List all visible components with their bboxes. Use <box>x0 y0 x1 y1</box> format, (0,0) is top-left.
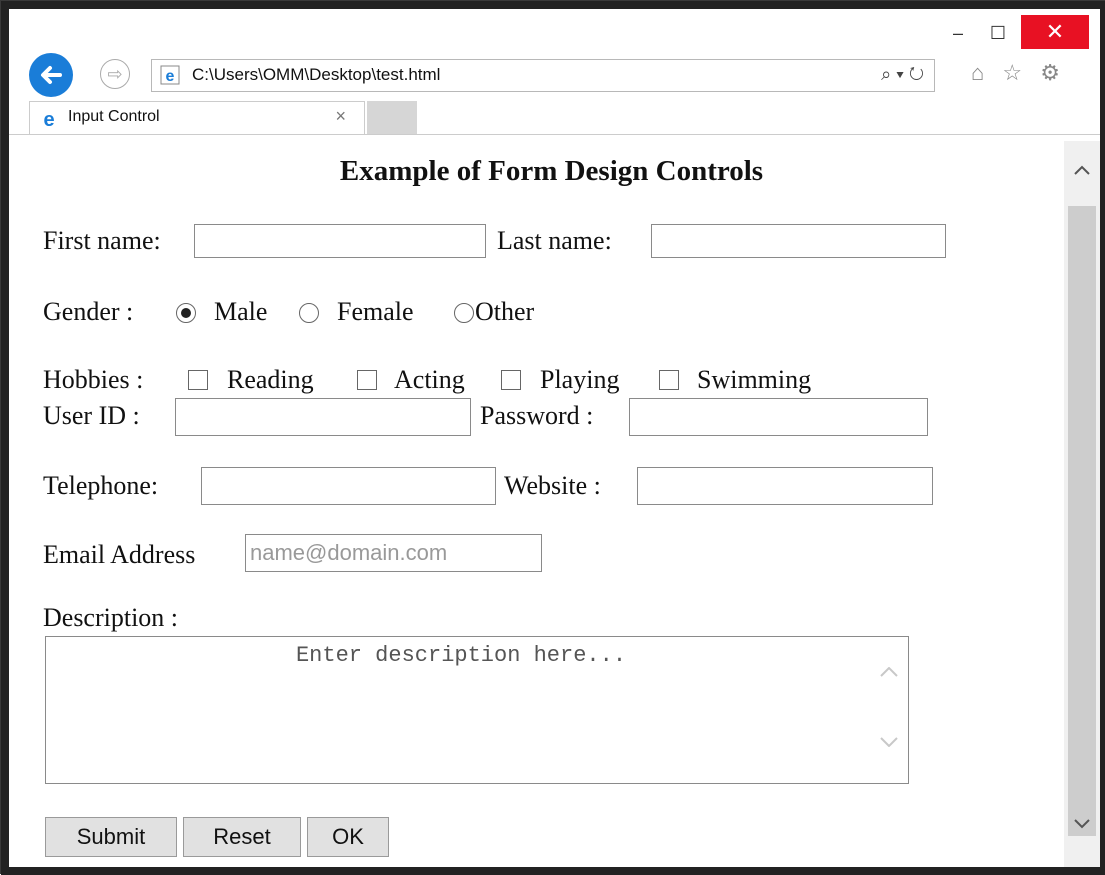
last-name-label: Last name: <box>497 226 612 255</box>
gender-other-radio[interactable] <box>454 303 474 323</box>
first-name-label: First name: <box>43 226 161 255</box>
password-label: Password : <box>480 401 594 430</box>
gender-male-label: Male <box>214 297 268 326</box>
scroll-down-icon[interactable] <box>1064 809 1100 839</box>
ie-tab-icon: e <box>43 109 54 130</box>
textarea-scroll-up-icon[interactable] <box>880 661 898 682</box>
hobby-reading-label: Reading <box>227 365 314 394</box>
new-tab-button[interactable] <box>367 101 417 135</box>
tab-divider <box>9 134 1100 135</box>
forward-button[interactable]: ⇨ <box>100 59 130 89</box>
last-name-input[interactable] <box>651 224 946 258</box>
svg-text:e: e <box>43 109 54 130</box>
window-border-top <box>1 1 1105 9</box>
hobby-acting-label: Acting <box>394 365 465 394</box>
textarea-scroll-down-icon[interactable] <box>880 731 898 752</box>
hobby-swimming-label: Swimming <box>697 365 812 394</box>
back-button[interactable] <box>29 53 73 97</box>
email-input[interactable] <box>245 534 542 572</box>
url-text[interactable]: C:\Users\OMM\Desktop\test.html <box>192 65 440 85</box>
page-scrollbar[interactable] <box>1064 141 1100 867</box>
reset-button[interactable]: Reset <box>183 817 301 857</box>
window-border-left <box>1 1 9 875</box>
user-id-input[interactable] <box>175 398 471 436</box>
page-content: Example of Form Design Controls First na… <box>9 141 1064 867</box>
description-placeholder: Enter description here... <box>295 643 627 668</box>
search-refresh-icons[interactable]: ⌕ ▾ ↻ <box>881 64 924 85</box>
ok-button[interactable]: OK <box>307 817 389 857</box>
browser-window: – ☐ ✕ ⇨ e C:\Users\OMM\Desktop\test.html… <box>0 0 1105 875</box>
close-window-button[interactable]: ✕ <box>1021 15 1089 49</box>
ie-page-icon: e <box>160 65 180 85</box>
description-label: Description : <box>43 603 179 632</box>
tab-close-icon[interactable]: × <box>335 106 346 127</box>
website-input[interactable] <box>637 467 933 505</box>
gender-female-label: Female <box>337 297 414 326</box>
hobby-playing-checkbox[interactable] <box>501 370 521 390</box>
description-textarea[interactable]: Enter description here... <box>45 636 909 784</box>
scrollbar-thumb[interactable] <box>1068 206 1096 836</box>
hobby-acting-checkbox[interactable] <box>357 370 377 390</box>
page-title: Example of Form Design Controls <box>339 155 764 187</box>
gender-other-label: Other <box>475 297 535 326</box>
email-label: Email Address <box>43 540 196 569</box>
telephone-input[interactable] <box>201 467 496 505</box>
website-label: Website : <box>504 471 601 500</box>
user-id-label: User ID : <box>43 401 140 430</box>
home-favorites-settings-icons[interactable]: ⌂ ☆ ⚙ <box>971 60 1066 86</box>
telephone-label: Telephone: <box>43 471 159 500</box>
window-border-right <box>1100 1 1105 875</box>
gender-male-radio[interactable] <box>176 303 196 323</box>
tab-input-control[interactable]: e Input Control × <box>29 101 365 135</box>
back-arrow-icon <box>41 66 62 84</box>
svg-text:e: e <box>166 68 175 85</box>
hobby-playing-label: Playing <box>540 365 620 394</box>
hobbies-label: Hobbies : <box>43 365 144 394</box>
hobby-swimming-checkbox[interactable] <box>659 370 679 390</box>
submit-button[interactable]: Submit <box>45 817 177 857</box>
hobby-reading-checkbox[interactable] <box>188 370 208 390</box>
gender-label: Gender : <box>43 297 134 326</box>
password-input[interactable] <box>629 398 928 436</box>
gender-female-radio[interactable] <box>299 303 319 323</box>
first-name-input[interactable] <box>194 224 486 258</box>
tab-label: Input Control <box>68 108 160 125</box>
minimize-button[interactable]: – <box>941 15 975 51</box>
address-bar[interactable]: e C:\Users\OMM\Desktop\test.html ⌕ ▾ ↻ <box>151 59 935 92</box>
maximize-button[interactable]: ☐ <box>981 15 1015 51</box>
